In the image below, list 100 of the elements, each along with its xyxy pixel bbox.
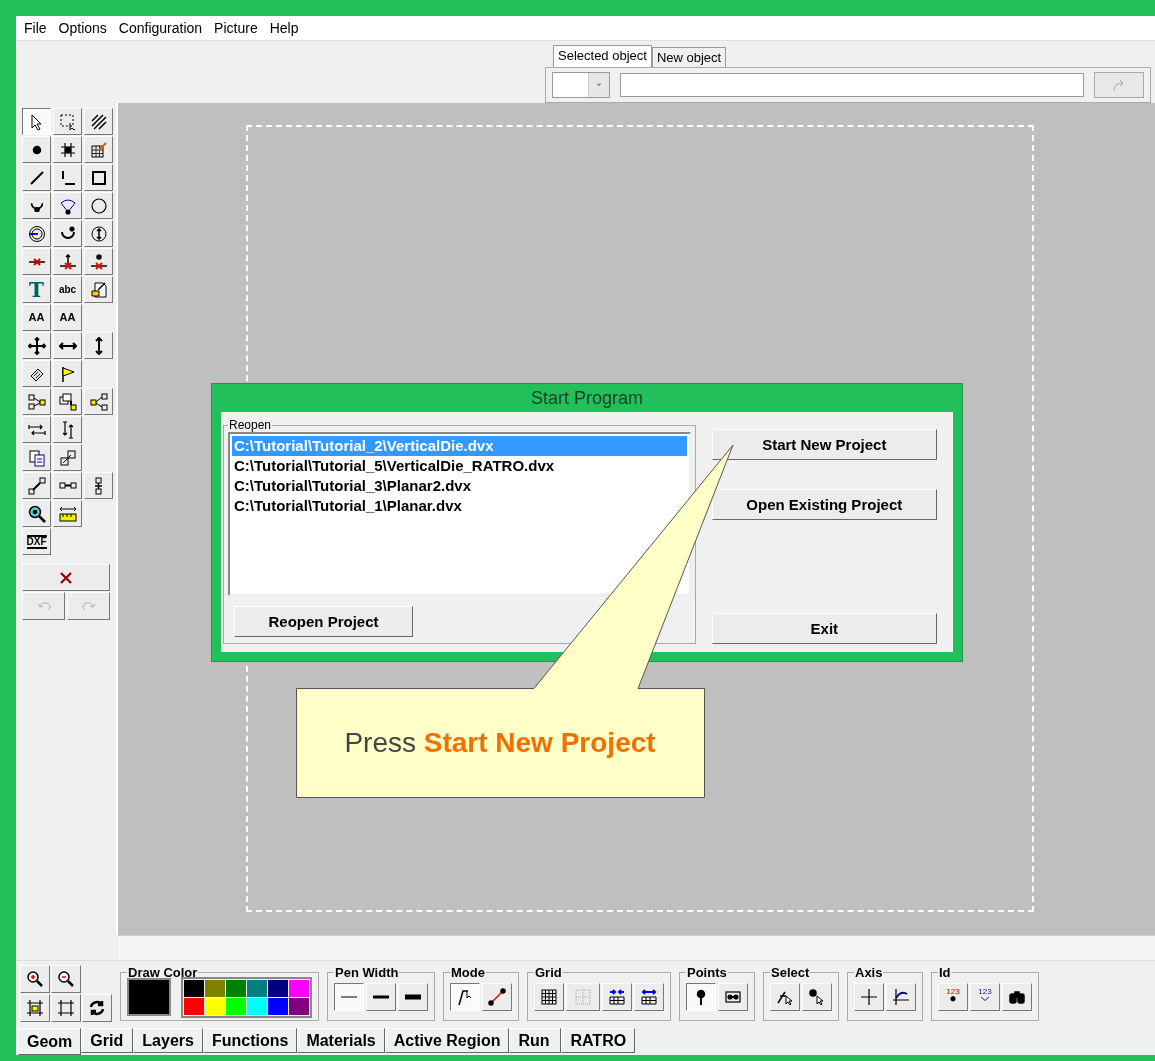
mode-tab[interactable]: Materials: [297, 1028, 385, 1053]
menu-item[interactable]: Picture: [208, 20, 264, 36]
mode-tab[interactable]: Functions: [202, 1028, 298, 1053]
dxf-button[interactable]: DXF: [22, 528, 51, 555]
color-swatch[interactable]: [184, 997, 204, 1015]
menu-item[interactable]: File: [18, 20, 53, 36]
color-swatch[interactable]: [247, 997, 267, 1015]
color-swatch[interactable]: [289, 997, 309, 1015]
start-new-project-button[interactable]: Start New Project: [711, 429, 937, 460]
marquee-select-tool[interactable]: [53, 108, 82, 135]
hatch-tool[interactable]: [84, 108, 113, 135]
copy-nodes-tool[interactable]: [53, 388, 82, 415]
thin-line-button[interactable]: [334, 983, 364, 1011]
mode-tab[interactable]: Layers: [133, 1028, 203, 1053]
vertical-nodes-tool[interactable]: [84, 472, 113, 499]
dot-tool[interactable]: [22, 136, 51, 163]
grid-button[interactable]: [534, 983, 564, 1011]
rotate-arc-tool[interactable]: [53, 220, 82, 247]
recent-files-list[interactable]: C:\Tutorial\Tutorial_2\VerticalDie.dvx C:\Tutorial\Tutorial_5\VerticalDie_RATRO.dvx C:\Tutorial\Tutorial_3\Planar2.dvx C:\Tutorial\Tutorial_1\Planar.dvx: [228, 432, 691, 596]
recent-file-item[interactable]: C:\Tutorial\Tutorial_5\VerticalDie_RATRO.dvx: [232, 456, 557, 476]
frame-button[interactable]: [51, 994, 81, 1022]
zoom-fit-button[interactable]: [20, 994, 50, 1022]
recent-file-item[interactable]: C:\Tutorial\Tutorial_3\Planar2.dvx: [232, 476, 473, 496]
wave-id-button[interactable]: 123: [970, 983, 1000, 1011]
dot-id-button[interactable]: 123: [938, 983, 968, 1011]
color-swatch[interactable]: [268, 997, 288, 1015]
drawing-canvas[interactable]: [118, 103, 1155, 935]
open-existing-project-button[interactable]: Open Existing Project: [711, 489, 937, 520]
object-name-field[interactable]: [620, 73, 1084, 97]
pointer-arrow-tool[interactable]: [22, 108, 51, 135]
recent-file-item[interactable]: C:\Tutorial\Tutorial_1\Planar.dvx: [232, 496, 464, 516]
cross-mark-tool[interactable]: [22, 248, 51, 275]
arc-tool[interactable]: [22, 192, 51, 219]
color-swatch[interactable]: [205, 979, 225, 997]
circle-tool[interactable]: [84, 192, 113, 219]
document-edit-tool[interactable]: [84, 276, 113, 303]
color-swatch[interactable]: [226, 997, 246, 1015]
curve-axis-button[interactable]: [886, 983, 916, 1011]
delete-button[interactable]: [22, 564, 110, 591]
reopen-project-button[interactable]: Reopen Project: [234, 606, 413, 637]
object-type-dropdown[interactable]: [552, 72, 610, 98]
point-cross-tool[interactable]: [84, 248, 113, 275]
target-tool[interactable]: [22, 220, 51, 247]
line-points-button[interactable]: [482, 983, 512, 1011]
zoom-in-button[interactable]: [20, 965, 50, 993]
square-tool[interactable]: [84, 164, 113, 191]
copy-document-tool[interactable]: [22, 444, 51, 471]
text-search-button[interactable]: abc: [53, 276, 82, 303]
corner-line-tool[interactable]: [53, 164, 82, 191]
exit-button[interactable]: Exit: [711, 613, 937, 644]
font-size-up-button[interactable]: AA: [22, 304, 51, 331]
medium-line-button[interactable]: [366, 983, 396, 1011]
point-cursor-button[interactable]: [802, 983, 832, 1011]
mode-tab[interactable]: RATRO: [561, 1028, 636, 1053]
color-swatch[interactable]: [226, 979, 246, 997]
align-horizontal-tool[interactable]: [22, 416, 51, 443]
color-swatch[interactable]: [184, 979, 204, 997]
grid-edit-tool[interactable]: [84, 136, 113, 163]
menu-item[interactable]: Help: [263, 20, 305, 36]
tape-tool[interactable]: [22, 360, 51, 387]
mode-tab[interactable]: Run: [509, 1028, 562, 1053]
text-tool-button[interactable]: T: [22, 276, 51, 303]
refresh-button[interactable]: [82, 994, 112, 1022]
mode-tab[interactable]: Grid: [81, 1028, 134, 1053]
horizontal-arrows-tool[interactable]: [53, 332, 82, 359]
polyline-cursor-button[interactable]: [450, 983, 480, 1011]
zoom-out-button[interactable]: [51, 965, 81, 993]
scale-tool[interactable]: [53, 444, 82, 471]
color-swatch[interactable]: [205, 997, 225, 1015]
connect-nodes-tool[interactable]: [22, 388, 51, 415]
line-tool[interactable]: [22, 164, 51, 191]
mode-tab[interactable]: Geom: [18, 1028, 82, 1055]
ruler-tool[interactable]: [53, 500, 82, 527]
object-tab[interactable]: Selected object: [553, 45, 652, 67]
circle-arrows-tool[interactable]: [84, 220, 113, 247]
horizontal-nodes-tool[interactable]: [53, 472, 82, 499]
color-swatch[interactable]: [268, 979, 288, 997]
zoom-target-tool[interactable]: [22, 500, 51, 527]
font-size-down-button[interactable]: AA: [53, 304, 82, 331]
object-tab[interactable]: New object: [651, 47, 727, 67]
branch-nodes-tool[interactable]: [84, 388, 113, 415]
current-color-swatch[interactable]: [127, 978, 171, 1016]
binoculars-button[interactable]: [1002, 983, 1032, 1011]
line-cursor-button[interactable]: [770, 983, 800, 1011]
plus-axis-button[interactable]: [854, 983, 884, 1011]
grid-hash-tool[interactable]: [53, 136, 82, 163]
flag-tool[interactable]: [53, 360, 82, 387]
align-vertical-tool[interactable]: [53, 416, 82, 443]
move-tool[interactable]: [22, 332, 51, 359]
diagonal-nodes-tool[interactable]: [22, 472, 51, 499]
pin-button[interactable]: [686, 983, 716, 1011]
split-line-tool[interactable]: [53, 248, 82, 275]
grid-shrink-button[interactable]: [602, 983, 632, 1011]
menu-item[interactable]: Options: [52, 20, 113, 36]
mode-tab[interactable]: Active Region: [384, 1028, 510, 1053]
sector-tool[interactable]: [53, 192, 82, 219]
grid-expand-button[interactable]: [634, 983, 664, 1011]
menu-item[interactable]: Configuration: [112, 20, 209, 36]
color-swatch[interactable]: [247, 979, 267, 997]
thick-line-button[interactable]: [398, 983, 428, 1011]
